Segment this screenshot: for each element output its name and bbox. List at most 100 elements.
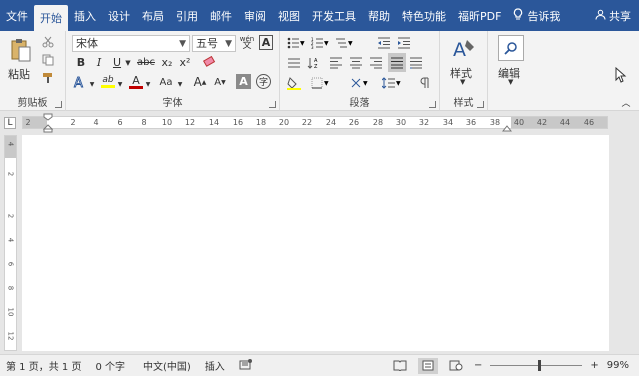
format-painter-icon[interactable] <box>41 71 55 85</box>
char-border-button[interactable]: A <box>259 35 273 50</box>
tab-mailings[interactable]: 邮件 <box>204 0 238 31</box>
clear-formatting-icon[interactable] <box>202 54 218 70</box>
align-center-icon[interactable] <box>348 55 364 70</box>
font-size-select[interactable]: 五号 ▼ <box>192 35 236 52</box>
tab-view[interactable]: 视图 <box>272 0 306 31</box>
chevron-down-icon[interactable]: ▼ <box>176 80 184 88</box>
zoom-in-button[interactable]: + <box>590 360 598 371</box>
font-color-button[interactable]: A <box>128 74 144 90</box>
vertical-scrollbar[interactable] <box>626 133 639 353</box>
align-right-icon[interactable] <box>368 55 384 70</box>
chevron-down-icon[interactable]: ▼ <box>88 80 96 88</box>
chevron-down-icon[interactable]: ▼ <box>144 80 152 88</box>
clipboard-launcher-icon[interactable] <box>55 101 62 108</box>
chevron-down-icon[interactable]: ▼ <box>508 78 513 86</box>
chevron-down-icon[interactable]: ▼ <box>124 55 132 70</box>
chinese-layout-icon[interactable] <box>286 55 302 70</box>
zoom-out-button[interactable]: − <box>474 360 482 371</box>
tab-help[interactable]: 帮助 <box>362 0 396 31</box>
collapse-ribbon-icon[interactable]: ︿ <box>620 97 632 109</box>
styles-group: A 样式 ▼ 样式 <box>440 31 488 111</box>
zoom-level[interactable]: 99% <box>607 360 629 371</box>
enclose-characters-button[interactable]: 字 <box>256 74 271 89</box>
bullets-icon[interactable]: ▼ <box>286 35 306 50</box>
increase-indent-icon[interactable] <box>396 35 412 50</box>
highlight-button[interactable]: ab <box>100 74 116 90</box>
borders-icon[interactable]: ▼ <box>310 75 330 90</box>
font-name-select[interactable]: 宋体 ▼ <box>72 35 190 52</box>
read-mode-icon[interactable] <box>390 358 410 374</box>
cut-icon[interactable] <box>41 35 55 49</box>
tab-references[interactable]: 引用 <box>170 0 204 31</box>
ruler-tick: 10 <box>6 307 15 317</box>
ruler-tick: 2 <box>25 118 31 127</box>
ruler-strip[interactable]: 2 2 4 6 8 10 12 14 16 18 20 22 24 26 28 … <box>22 116 608 129</box>
subscript-button[interactable]: x₂ <box>160 55 174 70</box>
tab-file[interactable]: 文件 <box>0 0 34 31</box>
shrink-font-button[interactable]: A ▼ <box>212 74 228 90</box>
ruler-tick: 8 <box>6 285 15 291</box>
web-layout-icon[interactable] <box>446 358 466 374</box>
paste-label[interactable]: 粘贴 <box>8 66 30 82</box>
tab-design[interactable]: 设计 <box>102 0 136 31</box>
tab-features[interactable]: 特色功能 <box>396 0 452 31</box>
strikethrough-button[interactable]: abc <box>136 55 156 70</box>
superscript-button[interactable]: x² <box>178 55 192 70</box>
tab-review[interactable]: 审阅 <box>238 0 272 31</box>
styles-gallery-icon[interactable]: A <box>450 35 478 63</box>
numbering-icon[interactable]: 1 2 3 ▼ <box>310 35 330 50</box>
tab-home[interactable]: 开始 <box>34 5 68 31</box>
print-layout-icon[interactable] <box>417 357 438 374</box>
first-line-indent-marker[interactable] <box>42 113 54 136</box>
paste-icon[interactable] <box>8 36 34 64</box>
chevron-down-icon[interactable]: ▼ <box>460 78 465 86</box>
font-launcher-icon[interactable] <box>269 101 276 108</box>
underline-button[interactable]: U <box>110 55 124 70</box>
bold-button[interactable]: B <box>74 55 88 70</box>
character-shading-button[interactable]: A <box>236 74 251 89</box>
tab-foxit-pdf[interactable]: 福昕PDF <box>452 0 507 31</box>
tell-me-search[interactable]: 告诉我 <box>513 0 560 31</box>
paragraph-launcher-icon[interactable] <box>429 101 436 108</box>
sort-icon[interactable]: AZ <box>306 55 322 70</box>
find-icon[interactable] <box>498 35 524 61</box>
ruler-tick: 28 <box>372 118 384 127</box>
word-count[interactable]: 0 个字 <box>89 358 133 373</box>
phonetic-guide-button[interactable]: wén 文 <box>238 34 256 52</box>
language-indicator[interactable]: 中文(中国) <box>133 358 199 373</box>
ruler-tick: 6 <box>117 118 123 127</box>
line-spacing-icon[interactable]: ▼ <box>380 75 404 90</box>
page-count[interactable]: 第 1 页，共 1 页 <box>0 358 89 373</box>
text-effects-icon[interactable]: A <box>72 74 88 90</box>
align-left-icon[interactable] <box>328 55 344 70</box>
asian-typography-icon[interactable]: ▼ <box>348 75 372 90</box>
chevron-down-icon[interactable]: ▼ <box>116 80 124 88</box>
zoom-slider[interactable] <box>490 360 583 371</box>
macro-record-icon[interactable] <box>233 358 261 373</box>
distributed-icon[interactable] <box>408 55 424 70</box>
copy-icon[interactable] <box>41 53 55 67</box>
share-button[interactable]: 共享 <box>595 0 639 31</box>
styles-launcher-icon[interactable] <box>477 101 484 108</box>
right-indent-marker[interactable] <box>501 122 513 135</box>
show-hide-marks-icon[interactable] <box>418 75 432 90</box>
grow-font-button[interactable]: A ▲ <box>192 74 208 90</box>
insert-mode[interactable]: 插入 <box>199 358 233 373</box>
zoom-slider-thumb[interactable] <box>538 360 542 371</box>
phonetic-char: 文 <box>242 41 252 51</box>
decrease-indent-icon[interactable] <box>376 35 392 50</box>
italic-button[interactable]: I <box>92 55 106 70</box>
tab-insert[interactable]: 插入 <box>68 0 102 31</box>
change-case-button[interactable]: Aa <box>156 74 176 90</box>
tab-selector[interactable]: L <box>4 117 16 129</box>
menu-bar: 文件 开始 插入 设计 布局 引用 邮件 审阅 视图 开发工具 帮助 特色功能 … <box>0 0 639 31</box>
document-page[interactable] <box>22 135 609 351</box>
tab-developer[interactable]: 开发工具 <box>306 0 362 31</box>
ribbon: 粘贴 剪贴板 宋体 ▼ 五号 ▼ wén 文 A B I U ▼ abc x₂ … <box>0 31 639 111</box>
ruler-tick: 20 <box>278 118 290 127</box>
justify-icon[interactable] <box>388 53 406 72</box>
shading-icon[interactable] <box>286 75 302 90</box>
tab-layout[interactable]: 布局 <box>136 0 170 31</box>
multilevel-list-icon[interactable]: ▼ <box>334 35 354 50</box>
svg-text:▼: ▼ <box>363 80 368 87</box>
